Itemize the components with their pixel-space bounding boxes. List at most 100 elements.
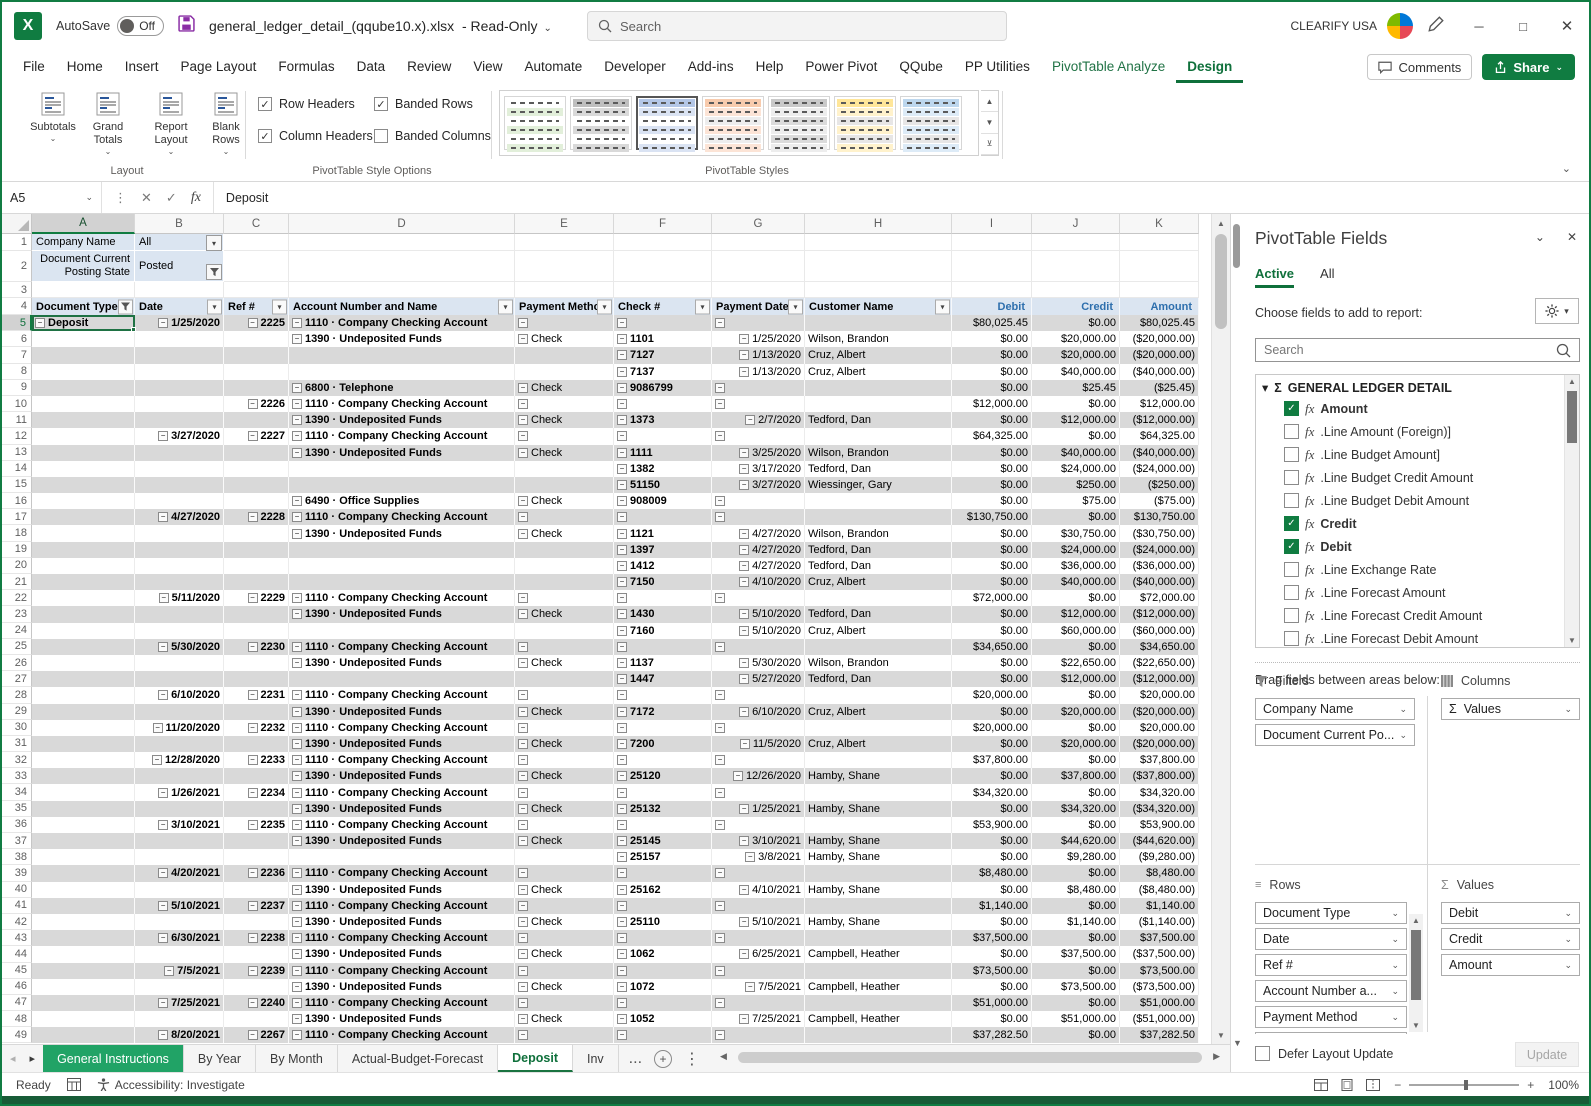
style-thumb-green-outline[interactable]: [504, 96, 566, 152]
cell[interactable]: [135, 671, 224, 688]
empty-cell[interactable]: [952, 251, 1032, 282]
cell[interactable]: − Check: [515, 768, 614, 785]
autosave-toggle[interactable]: Off: [117, 16, 165, 36]
cell[interactable]: −1110 · Company Checking Account: [289, 509, 515, 526]
collapse-icon[interactable]: −: [715, 1030, 725, 1041]
pane-chevron-down-icon[interactable]: ⌄: [1535, 230, 1545, 244]
cell[interactable]: [805, 962, 952, 979]
collapse-icon[interactable]: −: [715, 641, 725, 652]
cell[interactable]: $0.00: [952, 622, 1032, 639]
column-header-E[interactable]: E: [515, 214, 614, 234]
collapse-icon[interactable]: −: [739, 609, 750, 620]
ribbon-button-subtotals[interactable]: Subtotals ⌄: [26, 91, 80, 163]
cell[interactable]: −: [614, 897, 712, 914]
cell[interactable]: $0.00: [952, 1011, 1032, 1028]
row-number-5[interactable]: 5: [2, 315, 32, 332]
cell[interactable]: Tedford, Dan: [805, 557, 952, 574]
cell[interactable]: [224, 703, 289, 720]
cell[interactable]: $0.00: [952, 476, 1032, 494]
filter-dropdown-icon[interactable]: ▾: [788, 299, 803, 314]
cell[interactable]: −25132: [614, 800, 712, 817]
cell[interactable]: [805, 493, 952, 510]
field-item-line-budget-debit-amount[interactable]: fx .Line Budget Debit Amount: [1256, 489, 1579, 512]
zoom-knob[interactable]: [1464, 1079, 1469, 1090]
field-checkbox[interactable]: [1284, 585, 1299, 600]
collapse-icon[interactable]: −: [247, 1030, 258, 1041]
collapse-icon[interactable]: −: [715, 755, 725, 766]
cell[interactable]: $40,000.00: [1032, 363, 1120, 380]
header-payment-method[interactable]: Payment Method ▾: [515, 298, 614, 315]
cell[interactable]: [135, 849, 224, 866]
cell[interactable]: $0.00: [1032, 930, 1120, 947]
cell[interactable]: − Check: [515, 1011, 614, 1028]
collapse-icon[interactable]: −: [739, 577, 750, 588]
cell[interactable]: −5/30/2020: [135, 638, 224, 655]
cell[interactable]: −: [712, 962, 805, 979]
cell[interactable]: [32, 460, 135, 477]
cell[interactable]: ($20,000.00): [1120, 703, 1199, 720]
collapse-icon[interactable]: −: [739, 625, 750, 636]
row-number-26[interactable]: 26: [2, 654, 32, 672]
cell[interactable]: $0.00: [952, 525, 1032, 542]
collapse-icon[interactable]: −: [292, 722, 302, 733]
row-number-3[interactable]: 3: [2, 282, 32, 298]
cell[interactable]: −: [712, 897, 805, 914]
cell[interactable]: [135, 978, 224, 995]
cell[interactable]: −1390 · Undeposited Funds: [289, 654, 515, 672]
cell[interactable]: [32, 671, 135, 688]
sheet-tab-inv[interactable]: Inv: [572, 1045, 619, 1072]
cell[interactable]: −2267: [224, 1027, 289, 1044]
cell[interactable]: $34,320.00: [1120, 784, 1199, 801]
cell[interactable]: $20,000.00: [1032, 735, 1120, 753]
field-item-line-forecast-amount[interactable]: fx .Line Forecast Amount: [1256, 581, 1579, 604]
cell[interactable]: Wilson, Brandon: [805, 654, 952, 672]
collapse-icon[interactable]: −: [158, 819, 169, 830]
ribbon-button-grand-totals[interactable]: Grand Totals ⌄: [81, 91, 135, 163]
collapse-icon[interactable]: −: [617, 544, 627, 555]
collapse-icon[interactable]: −: [152, 722, 163, 733]
cell[interactable]: [135, 331, 224, 348]
collapse-icon[interactable]: −: [617, 577, 627, 588]
cell[interactable]: $0.00: [1032, 315, 1120, 332]
cell[interactable]: − Check: [515, 412, 614, 429]
collapse-icon[interactable]: −: [247, 593, 258, 604]
pill-credit[interactable]: Credit ⌄: [1441, 928, 1580, 950]
sheet-tab-by-month[interactable]: By Month: [256, 1045, 338, 1072]
header-debit[interactable]: Debit: [952, 298, 1032, 315]
cell[interactable]: [135, 395, 224, 413]
cell[interactable]: Cruz, Albert: [805, 347, 952, 364]
cell[interactable]: −: [712, 865, 805, 882]
collapse-icon[interactable]: −: [715, 933, 725, 944]
collapse-icon[interactable]: −: [617, 706, 627, 717]
cell[interactable]: −: [712, 1027, 805, 1044]
collapse-icon[interactable]: −: [158, 512, 169, 523]
cell[interactable]: ($25.45): [1120, 379, 1199, 396]
cell[interactable]: −1390 · Undeposited Funds: [289, 913, 515, 931]
collapse-icon[interactable]: −: [617, 1030, 627, 1041]
horizontal-scrollbar[interactable]: ◀ ▶: [720, 1051, 1220, 1065]
collapse-icon[interactable]: −: [617, 366, 627, 377]
cell[interactable]: −8/20/2021: [135, 1027, 224, 1044]
cell[interactable]: [135, 493, 224, 510]
collapse-icon[interactable]: −: [739, 658, 750, 669]
collapse-icon[interactable]: −: [739, 463, 750, 474]
menu-tab-file[interactable]: File: [12, 50, 56, 83]
cell[interactable]: [289, 671, 515, 688]
gallery-up-button[interactable]: ▲: [981, 91, 998, 113]
column-header-B[interactable]: B: [135, 214, 224, 234]
cell[interactable]: −: [712, 752, 805, 769]
cell[interactable]: −1390 · Undeposited Funds: [289, 525, 515, 542]
menu-tab-developer[interactable]: Developer: [593, 50, 677, 83]
cell[interactable]: $0.00: [952, 363, 1032, 380]
cell[interactable]: [32, 590, 135, 607]
cell[interactable]: −7/25/2021: [135, 994, 224, 1012]
row-number-9[interactable]: 9: [2, 379, 32, 396]
collapse-icon[interactable]: −: [715, 722, 725, 733]
cell[interactable]: Tedford, Dan: [805, 541, 952, 558]
menu-tab-formulas[interactable]: Formulas: [267, 50, 345, 83]
cell[interactable]: [224, 671, 289, 688]
cell[interactable]: $60,000.00: [1032, 622, 1120, 639]
collapse-icon[interactable]: −: [164, 965, 175, 976]
zoom-in-icon[interactable]: +: [1527, 1078, 1534, 1092]
cell[interactable]: −1390 · Undeposited Funds: [289, 735, 515, 753]
